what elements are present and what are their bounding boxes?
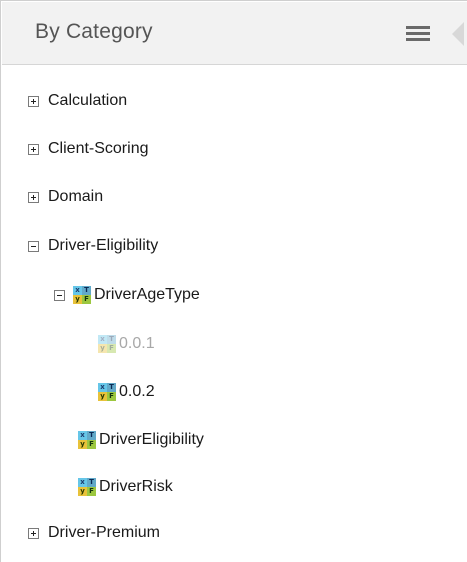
expand-plus-icon[interactable] — [28, 143, 39, 155]
expand-plus-icon[interactable] — [28, 95, 39, 107]
tree-node-label: Domain — [48, 188, 104, 205]
tree-node-driver-eligibility[interactable]: Driver-Eligibility — [28, 235, 158, 257]
decision-table-icon: x T y F — [78, 478, 96, 496]
decision-table-icon: x T y F — [98, 335, 116, 353]
decision-table-icon: x T y F — [73, 286, 91, 304]
collapse-left-arrow-icon[interactable] — [452, 22, 464, 46]
expand-plus-icon[interactable] — [28, 527, 39, 539]
hamburger-menu-icon[interactable] — [406, 26, 430, 42]
tree-node-label: DriverEligibility — [99, 431, 204, 448]
collapse-minus-icon[interactable] — [54, 289, 65, 301]
tree-node-label: DriverRisk — [99, 478, 173, 495]
tree-node-label: DriverAgeType — [94, 286, 200, 303]
tree-node-label: Client-Scoring — [48, 140, 149, 157]
tree-node-driver-premium[interactable]: Driver-Premium — [28, 522, 160, 544]
tree-node-version-0-0-1[interactable]: x T y F 0.0.1 — [98, 333, 155, 355]
tree-node-driver-eligibility-table[interactable]: x T y F DriverEligibility — [78, 429, 204, 451]
tree-node-label: Driver-Premium — [48, 524, 160, 541]
tree-node-driver-risk[interactable]: x T y F DriverRisk — [78, 476, 173, 498]
decision-table-icon: x T y F — [78, 431, 96, 449]
decision-table-icon: x T y F — [98, 383, 116, 401]
category-panel: By Category Calculation Client-Scoring D… — [0, 0, 467, 562]
panel-title: By Category — [35, 20, 153, 43]
tree-node-calculation[interactable]: Calculation — [28, 90, 127, 112]
tree-node-client-scoring[interactable]: Client-Scoring — [28, 138, 148, 160]
tree-node-label: 0.0.1 — [119, 335, 155, 352]
tree-node-label: Driver-Eligibility — [48, 237, 159, 254]
tree-node-label: Calculation — [48, 92, 128, 109]
collapse-minus-icon[interactable] — [28, 240, 39, 252]
tree-node-driver-age-type[interactable]: x T y F DriverAgeType — [54, 284, 200, 306]
expand-plus-icon[interactable] — [28, 191, 39, 203]
tree-node-label: 0.0.2 — [119, 383, 155, 400]
tree-node-version-0-0-2[interactable]: x T y F 0.0.2 — [98, 381, 155, 403]
panel-header: By Category — [2, 2, 467, 65]
tree-node-domain[interactable]: Domain — [28, 186, 103, 208]
